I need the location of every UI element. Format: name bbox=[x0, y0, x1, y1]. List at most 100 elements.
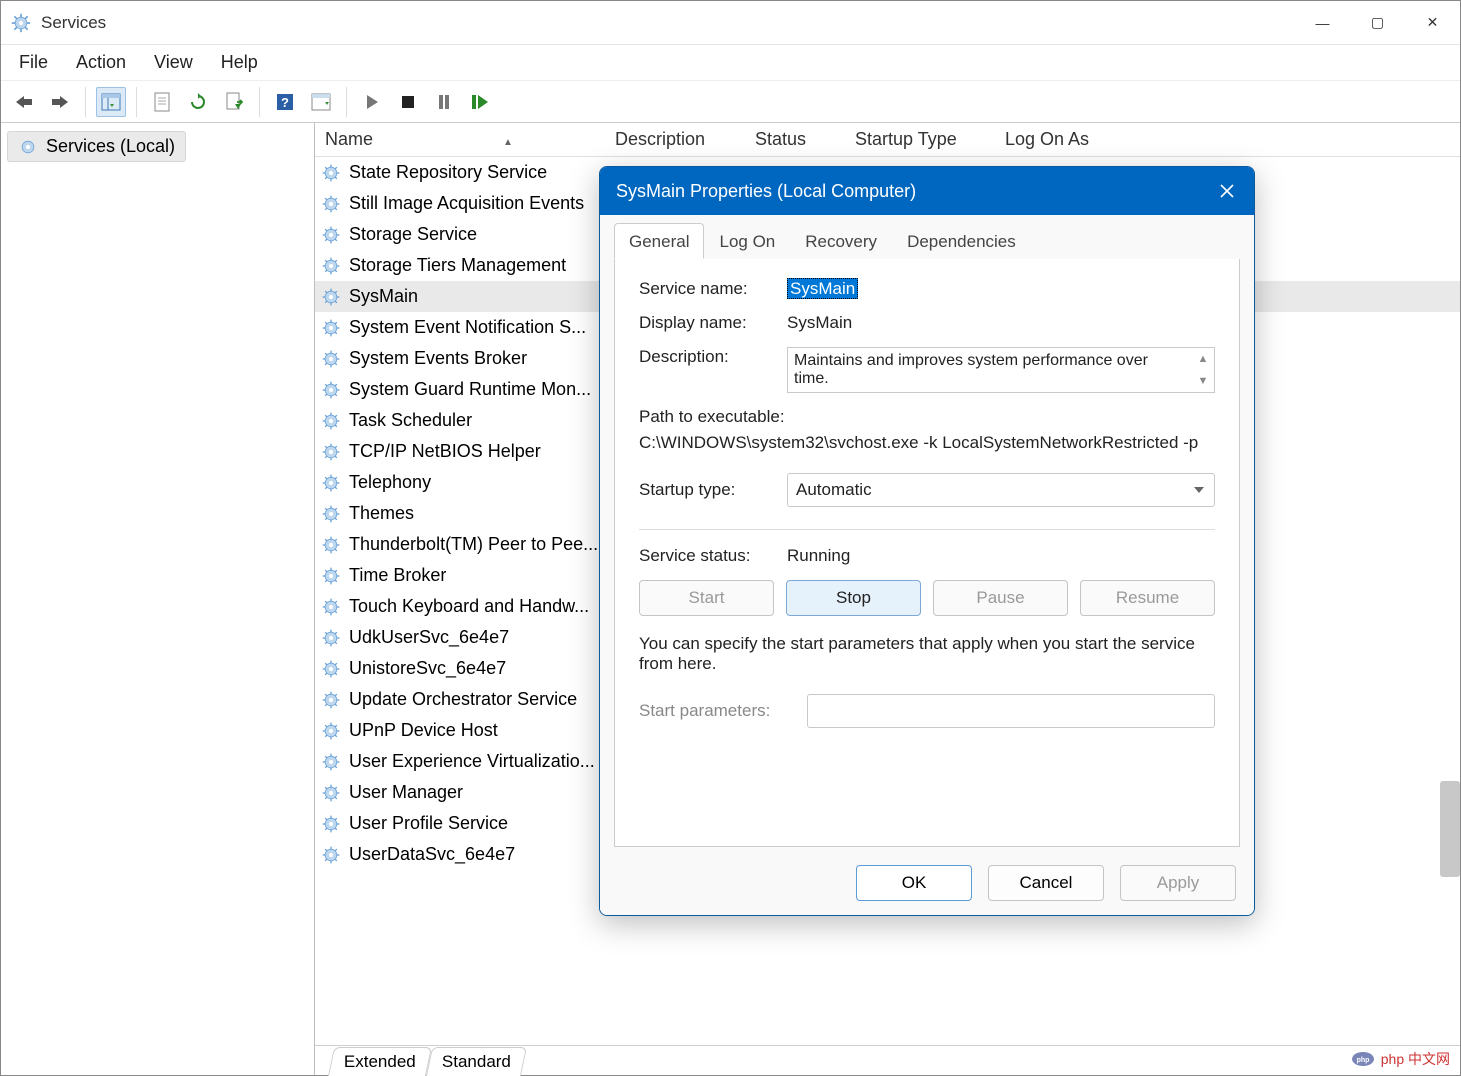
service-name: TCP/IP NetBIOS Helper bbox=[349, 441, 541, 462]
resume-button: Resume bbox=[1080, 580, 1215, 616]
tab-logon[interactable]: Log On bbox=[704, 223, 790, 259]
close-button[interactable]: ✕ bbox=[1405, 1, 1460, 45]
svg-text:?: ? bbox=[281, 95, 289, 110]
column-name[interactable]: Name▲ bbox=[315, 129, 605, 150]
gear-icon bbox=[321, 380, 341, 400]
startup-type-select[interactable]: Automatic bbox=[787, 473, 1215, 507]
svg-text:php: php bbox=[1356, 1057, 1369, 1064]
gear-icon bbox=[321, 597, 341, 617]
gear-icon bbox=[321, 721, 341, 741]
gear-icon bbox=[321, 473, 341, 493]
tab-dependencies[interactable]: Dependencies bbox=[892, 223, 1031, 259]
tab-general[interactable]: General bbox=[614, 223, 704, 259]
gear-icon bbox=[321, 349, 341, 369]
service-name: State Repository Service bbox=[349, 162, 547, 183]
toolbar: ? bbox=[1, 81, 1460, 123]
properties-dialog: SysMain Properties (Local Computer) Gene… bbox=[599, 166, 1255, 916]
gear-icon bbox=[11, 13, 31, 33]
column-status[interactable]: Status bbox=[745, 129, 845, 150]
label-path: Path to executable: bbox=[639, 407, 1215, 427]
service-name: User Experience Virtualizatio... bbox=[349, 751, 595, 772]
gear-icon bbox=[321, 504, 341, 524]
service-name: UdkUserSvc_6e4e7 bbox=[349, 627, 509, 648]
details-pane-icon[interactable] bbox=[306, 87, 336, 117]
help-icon[interactable]: ? bbox=[270, 87, 300, 117]
service-name: Thunderbolt(TM) Peer to Pee... bbox=[349, 534, 598, 555]
window-title: Services bbox=[41, 13, 106, 33]
gear-icon bbox=[321, 256, 341, 276]
scrollbar-thumb[interactable] bbox=[1440, 781, 1460, 877]
menu-help[interactable]: Help bbox=[221, 52, 258, 73]
service-name: UPnP Device Host bbox=[349, 720, 498, 741]
menu-file[interactable]: File bbox=[19, 52, 48, 73]
value-description: Maintains and improves system performanc… bbox=[794, 352, 1148, 387]
column-startup-type[interactable]: Startup Type bbox=[845, 129, 995, 150]
label-service-status: Service status: bbox=[639, 546, 787, 566]
label-service-name: Service name: bbox=[639, 279, 787, 299]
start-service-icon[interactable] bbox=[357, 87, 387, 117]
watermark: php php 中文网 bbox=[1351, 1049, 1450, 1069]
php-icon: php bbox=[1351, 1051, 1375, 1067]
service-name: User Profile Service bbox=[349, 813, 508, 834]
service-name: System Guard Runtime Mon... bbox=[349, 379, 591, 400]
value-startup-type: Automatic bbox=[796, 480, 872, 499]
value-display-name: SysMain bbox=[787, 313, 1215, 333]
value-path: C:\WINDOWS\system32\svchost.exe -k Local… bbox=[639, 433, 1215, 453]
back-icon[interactable] bbox=[9, 87, 39, 117]
dialog-close-button[interactable] bbox=[1200, 167, 1254, 215]
pause-service-icon[interactable] bbox=[429, 87, 459, 117]
forward-icon[interactable] bbox=[45, 87, 75, 117]
menu-view[interactable]: View bbox=[154, 52, 193, 73]
start-params-input bbox=[807, 694, 1215, 728]
start-button: Start bbox=[639, 580, 774, 616]
column-description[interactable]: Description bbox=[605, 129, 745, 150]
service-name: Update Orchestrator Service bbox=[349, 689, 577, 710]
description-box[interactable]: Maintains and improves system performanc… bbox=[787, 347, 1215, 393]
scroll-up-icon[interactable]: ▲ bbox=[1194, 350, 1212, 368]
service-name: Storage Service bbox=[349, 224, 477, 245]
tree-pane: Services (Local) bbox=[1, 123, 315, 1075]
gear-icon bbox=[321, 659, 341, 679]
sort-ascending-icon: ▲ bbox=[503, 137, 513, 148]
maximize-button[interactable]: ▢ bbox=[1350, 1, 1405, 45]
service-name: UserDataSvc_6e4e7 bbox=[349, 844, 515, 865]
apply-button: Apply bbox=[1120, 865, 1236, 901]
export-icon[interactable] bbox=[219, 87, 249, 117]
stop-button[interactable]: Stop bbox=[786, 580, 921, 616]
tree-root-services-local[interactable]: Services (Local) bbox=[7, 131, 186, 162]
gear-icon bbox=[321, 194, 341, 214]
list-header: Name▲ Description Status Startup Type Lo… bbox=[315, 123, 1460, 157]
stop-service-icon[interactable] bbox=[393, 87, 423, 117]
scroll-down-icon[interactable]: ▼ bbox=[1194, 372, 1212, 390]
properties-icon[interactable] bbox=[147, 87, 177, 117]
gear-icon bbox=[321, 752, 341, 772]
gear-icon bbox=[321, 411, 341, 431]
gear-icon bbox=[321, 225, 341, 245]
gear-icon bbox=[321, 814, 341, 834]
close-icon bbox=[1220, 184, 1234, 198]
service-name: UnistoreSvc_6e4e7 bbox=[349, 658, 506, 679]
show-hide-tree-icon[interactable] bbox=[96, 87, 126, 117]
tab-recovery[interactable]: Recovery bbox=[790, 223, 892, 259]
gear-icon bbox=[321, 566, 341, 586]
restart-service-icon[interactable] bbox=[465, 87, 495, 117]
menu-action[interactable]: Action bbox=[76, 52, 126, 73]
label-start-params: Start parameters: bbox=[639, 701, 787, 721]
value-service-name[interactable]: SysMain bbox=[787, 278, 858, 299]
service-name: System Event Notification S... bbox=[349, 317, 586, 338]
service-name: SysMain bbox=[349, 286, 418, 307]
tab-standard[interactable]: Standard bbox=[426, 1047, 527, 1076]
dialog-title: SysMain Properties (Local Computer) bbox=[616, 181, 916, 202]
label-startup-type: Startup type: bbox=[639, 480, 787, 500]
gear-icon bbox=[321, 287, 341, 307]
label-display-name: Display name: bbox=[639, 313, 787, 333]
ok-button[interactable]: OK bbox=[856, 865, 972, 901]
cancel-button[interactable]: Cancel bbox=[988, 865, 1104, 901]
tab-extended[interactable]: Extended bbox=[328, 1047, 432, 1076]
gear-icon bbox=[321, 163, 341, 183]
column-logon-as[interactable]: Log On As bbox=[995, 129, 1135, 150]
refresh-icon[interactable] bbox=[183, 87, 213, 117]
minimize-button[interactable]: — bbox=[1295, 1, 1350, 45]
gear-icon bbox=[321, 783, 341, 803]
start-params-hint: You can specify the start parameters tha… bbox=[639, 634, 1215, 674]
